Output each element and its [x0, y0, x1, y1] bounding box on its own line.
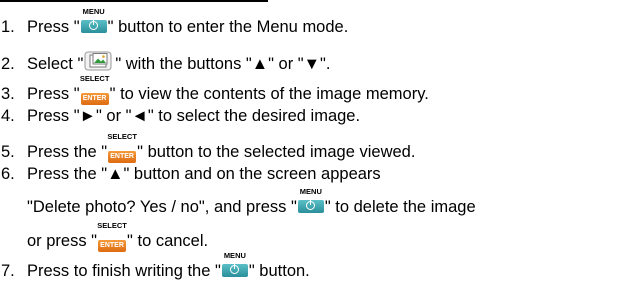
step-number: 4.	[1, 107, 15, 125]
image-gallery-icon	[83, 51, 115, 73]
step-text: Select "	[27, 55, 84, 73]
step-text: " to view the contents of the image memo…	[109, 85, 429, 103]
step-number: 5.	[1, 143, 15, 161]
step-number: 1.	[1, 18, 15, 36]
step-3: 3. Press " SELECT ENTER " to view the conten…	[0, 75, 429, 105]
section-underline	[0, 0, 268, 2]
step-text: " to cancel.	[127, 232, 209, 250]
select-enter-icon: SELECT ENTER	[107, 133, 137, 163]
select-enter-icon: SELECT ENTER	[97, 222, 127, 252]
step-text: " button to the selected image viewed.	[137, 143, 416, 161]
step-1: 1. Press " MENU " button to enter the Menu …	[0, 8, 349, 37]
step-6-continued: "Delete photo? Yes / no", and press " MEN…	[0, 188, 476, 217]
step-number: 6.	[1, 165, 15, 183]
step-text: Press "	[27, 85, 80, 103]
step-text: " with the buttons "▲" or "▼".	[115, 55, 331, 73]
step-text: Press the "	[27, 143, 108, 161]
step-6: 6. Press the "▲" button and on the screen…	[0, 164, 381, 184]
menu-power-icon: MENU	[221, 252, 249, 277]
step-text: Press "►" or "◄" to select the desired i…	[27, 107, 361, 125]
step-text: " button to enter the Menu mode.	[107, 18, 349, 36]
menu-power-icon: MENU	[80, 8, 108, 33]
step-6-continued: or press " SELECT ENTER " to cancel.	[0, 222, 209, 252]
step-number: 7.	[1, 262, 15, 280]
select-enter-icon: SELECT ENTER	[80, 75, 110, 105]
step-text: Press to finish writing the "	[27, 262, 221, 280]
step-text: "Delete photo? Yes / no", and press "	[27, 198, 297, 216]
step-text: or press "	[27, 232, 98, 250]
step-number: 2.	[1, 55, 15, 73]
menu-power-icon: MENU	[297, 188, 325, 213]
step-text: Press "	[27, 18, 80, 36]
step-text: " button.	[248, 262, 310, 280]
step-number: 3.	[1, 85, 15, 103]
step-text: Press the "▲" button and on the screen a…	[27, 165, 381, 183]
step-text: " to delete the image	[324, 198, 476, 216]
step-2: 2. Select " " with the buttons "▲" or "▼"…	[0, 51, 331, 74]
step-5: 5. Press the " SELECT ENTER " button to the …	[0, 133, 416, 163]
step-4: 4. Press "►" or "◄" to select the desired…	[0, 106, 360, 126]
step-7: 7. Press to finish writing the " MENU " but…	[0, 252, 310, 281]
